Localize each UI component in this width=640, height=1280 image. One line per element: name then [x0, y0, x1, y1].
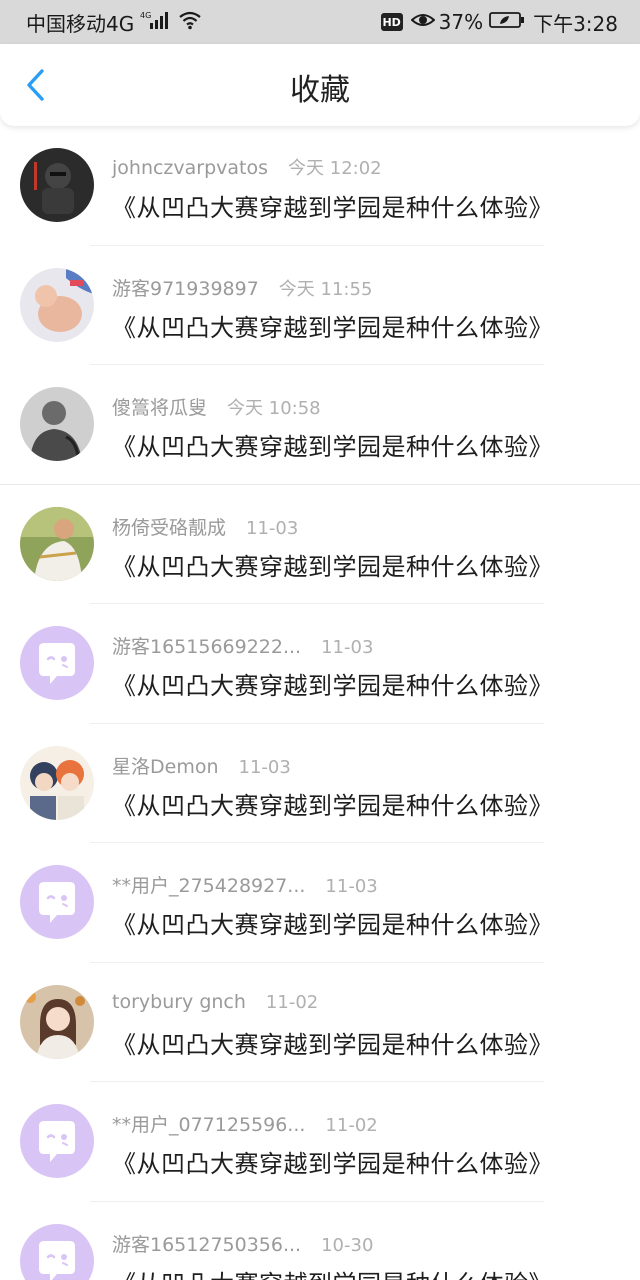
item-meta: **用户_275428927... 11-03	[112, 871, 378, 898]
avatar[interactable]	[20, 745, 94, 820]
outdoor-person-photo-icon	[20, 506, 94, 581]
timestamp: 10-30	[321, 1234, 374, 1256]
item-title[interactable]: 《从凹凸大赛穿越到学园是种什么体验》	[112, 1144, 553, 1179]
username[interactable]: 杨倚受硌靓成	[112, 517, 226, 539]
list-item[interactable]: 游客16515669222... 11-03 《从凹凸大赛穿越到学园是种什么体验》	[0, 604, 640, 724]
default-chat-bubble-avatar-icon	[20, 626, 94, 700]
timestamp: 今天 10:58	[227, 398, 321, 419]
default-chat-bubble-avatar-icon	[20, 1104, 94, 1178]
avatar[interactable]	[20, 267, 94, 342]
item-meta: 游客16515669222... 11-03	[112, 632, 373, 659]
username[interactable]: 星洛Demon	[112, 756, 219, 778]
username[interactable]: 游客971939897	[112, 278, 259, 300]
item-title[interactable]: 《从凹凸大赛穿越到学园是种什么体验》	[112, 1264, 553, 1280]
battery-icon	[489, 10, 525, 34]
clock: 下午3:28	[533, 11, 618, 36]
battery-percent: 37%	[438, 10, 484, 34]
timestamp: 11-03	[238, 756, 291, 778]
avatar[interactable]	[20, 984, 94, 1059]
list-item[interactable]: 傻篙将瓜叟 今天 10:58 《从凹凸大赛穿越到学园是种什么体验》	[0, 365, 640, 485]
timestamp: 11-03	[246, 517, 299, 539]
item-meta: **用户_077125596... 11-02	[112, 1110, 378, 1137]
girl-photo-icon	[20, 984, 94, 1059]
avatar[interactable]	[20, 387, 94, 461]
username[interactable]: **用户_077125596...	[112, 1114, 305, 1136]
list-item[interactable]: 游客971939897 今天 11:55 《从凹凸大赛穿越到学园是种什么体验》	[0, 246, 640, 365]
item-title[interactable]: 《从凹凸大赛穿越到学园是种什么体验》	[112, 666, 553, 701]
default-chat-bubble-avatar-icon	[20, 1223, 94, 1280]
list-item[interactable]: **用户_275428927... 11-03 《从凹凸大赛穿越到学园是种什么体验》	[0, 843, 640, 963]
list-item[interactable]: torybury gnch 11-02 《从凹凸大赛穿越到学园是种什么体验》	[0, 963, 640, 1082]
timestamp: 11-03	[321, 637, 374, 658]
status-left: 中国移动4G 4G	[26, 8, 202, 37]
list-item[interactable]: 星洛Demon 11-03 《从凹凸大赛穿越到学园是种什么体验》	[0, 724, 640, 843]
item-meta: 游客16512750356... 10-30	[112, 1230, 373, 1257]
timestamp: 11-02	[325, 1115, 378, 1136]
timestamp: 今天 12:02	[288, 158, 382, 179]
avatar[interactable]	[20, 148, 94, 222]
item-title[interactable]: 《从凹凸大赛穿越到学园是种什么体验》	[112, 547, 553, 582]
item-meta: 游客971939897 今天 11:55	[112, 274, 372, 301]
username[interactable]: torybury gnch	[112, 991, 246, 1013]
username[interactable]: 游客16515669222...	[112, 636, 301, 658]
item-meta: 杨倚受硌靓成 11-03	[112, 513, 298, 540]
signal-icon: 4G	[140, 10, 170, 35]
item-title[interactable]: 《从凹凸大赛穿越到学园是种什么体验》	[112, 905, 553, 940]
list-item[interactable]: 杨倚受硌靓成 11-03 《从凹凸大赛穿越到学园是种什么体验》	[0, 485, 640, 604]
item-meta: 傻篙将瓜叟 今天 10:58	[112, 393, 321, 420]
item-meta: 星洛Demon 11-03	[112, 752, 291, 779]
avatar[interactable]	[20, 1223, 94, 1280]
username[interactable]: 傻篙将瓜叟	[112, 397, 207, 419]
anime-characters-avatar-icon	[20, 745, 94, 820]
item-title[interactable]: 《从凹凸大赛穿越到学园是种什么体验》	[112, 427, 553, 462]
status-bar: 中国移动4G 4G HD 37% 下午3:28	[0, 0, 640, 44]
timestamp: 11-03	[325, 876, 378, 897]
item-meta: torybury gnch 11-02	[112, 991, 318, 1013]
username[interactable]: 游客16512750356...	[112, 1234, 301, 1256]
default-chat-bubble-avatar-icon	[20, 865, 94, 939]
list-item[interactable]: 游客16512750356... 10-30 《从凹凸大赛穿越到学园是种什么体验》	[0, 1202, 640, 1280]
dark-figure-photo-icon	[20, 148, 94, 222]
page-title: 收藏	[290, 73, 350, 108]
hd-icon: HD	[380, 13, 403, 31]
nav-header: 收藏	[0, 44, 640, 126]
item-title[interactable]: 《从凹凸大赛穿越到学园是种什么体验》	[112, 188, 553, 223]
item-title[interactable]: 《从凹凸大赛穿越到学园是种什么体验》	[112, 1025, 553, 1060]
grayscale-person-photo-icon	[20, 387, 94, 461]
username[interactable]: **用户_275428927...	[112, 875, 305, 897]
avatar[interactable]	[20, 1104, 94, 1178]
item-meta: johnczvarpvatos 今天 12:02	[112, 154, 382, 180]
item-title[interactable]: 《从凹凸大赛穿越到学园是种什么体验》	[112, 786, 553, 821]
eye-icon	[410, 10, 436, 34]
status-right: HD 37% 下午3:28	[380, 8, 618, 37]
list-item[interactable]: johnczvarpvatos 今天 12:02 《从凹凸大赛穿越到学园是种什么体验…	[0, 126, 640, 246]
username[interactable]: johnczvarpvatos	[112, 157, 268, 179]
avatar[interactable]	[20, 506, 94, 581]
wifi-icon	[178, 10, 202, 35]
avatar[interactable]	[20, 626, 94, 700]
svg-text:4G: 4G	[140, 11, 151, 20]
timestamp: 11-02	[265, 991, 319, 1013]
avatar[interactable]	[20, 865, 94, 939]
favorites-list[interactable]: johnczvarpvatos 今天 12:02 《从凹凸大赛穿越到学园是种什么体验…	[0, 126, 640, 1280]
baby-photo-icon	[20, 267, 94, 342]
item-title[interactable]: 《从凹凸大赛穿越到学园是种什么体验》	[112, 308, 553, 343]
list-item[interactable]: **用户_077125596... 11-02 《从凹凸大赛穿越到学园是种什么体验》	[0, 1082, 640, 1202]
carrier-label: 中国移动4G	[26, 11, 135, 36]
timestamp: 今天 11:55	[278, 278, 373, 300]
